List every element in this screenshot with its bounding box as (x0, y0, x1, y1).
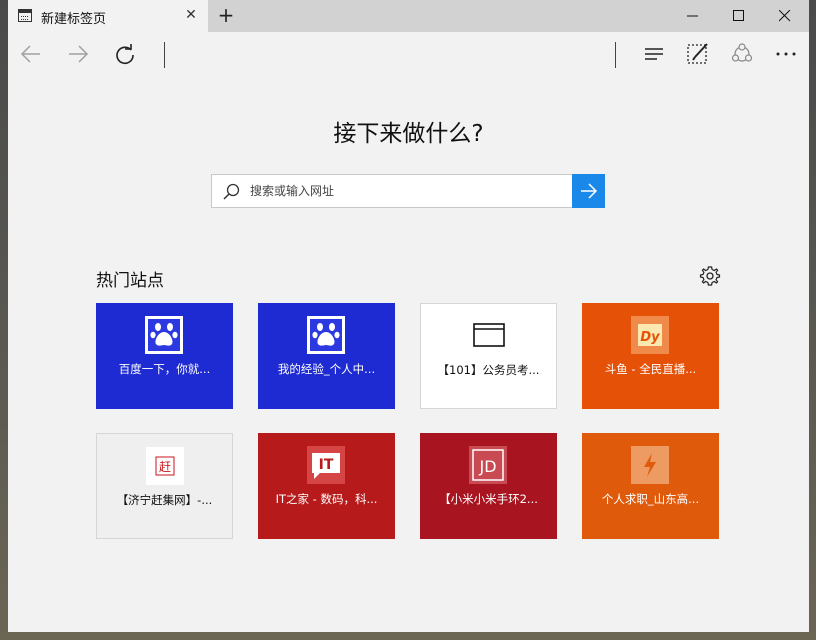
navigation-toolbar (8, 32, 809, 76)
top-site-label: 【小米小米手环2... (439, 492, 538, 506)
forward-button[interactable] (65, 41, 91, 67)
ganji-logo-icon: 赶 (146, 447, 184, 485)
back-arrow-icon (20, 45, 40, 63)
top-site-tile-baidu[interactable]: 百度一下，你就... (96, 303, 233, 409)
maximize-icon (733, 10, 744, 21)
toolbar-separator (615, 42, 616, 68)
share-button[interactable] (729, 41, 755, 67)
browser-window-icon (473, 323, 505, 347)
top-site-tile-ganji[interactable]: 赶 【济宁赶集网】-... (96, 433, 233, 539)
search-icon (223, 183, 240, 200)
lightning-icon (631, 446, 669, 484)
web-note-icon (687, 43, 708, 64)
top-site-label: 【济宁赶集网】-... (116, 493, 213, 507)
refresh-icon (116, 44, 134, 65)
close-window-button[interactable] (762, 0, 808, 32)
title-bar: 新建标签页 ✕ + (8, 0, 809, 32)
browser-window: 新建标签页 ✕ + 接下来做什么? 搜索或输入网址 热门站点 百度一下，你就..… (8, 0, 809, 632)
close-icon (779, 10, 791, 22)
search-box[interactable] (211, 174, 605, 208)
top-site-tile-jd[interactable]: JD 【小米小米手环2... (420, 433, 557, 539)
tab-title: 新建标签页 (41, 12, 107, 27)
tab-favicon-icon (18, 9, 32, 22)
new-tab-button[interactable]: + (216, 5, 236, 25)
gear-icon[interactable] (699, 265, 721, 287)
svg-text:IT: IT (319, 457, 334, 473)
search-input[interactable] (250, 175, 570, 207)
more-icon (776, 52, 796, 56)
svg-text:JD: JD (478, 457, 496, 476)
search-go-button[interactable] (572, 174, 605, 208)
top-site-tile-101[interactable]: 【101】公务员考... (420, 303, 557, 409)
arrow-right-icon (581, 183, 598, 199)
address-separator (164, 42, 165, 68)
ithome-logo-icon: IT (307, 446, 345, 484)
top-site-tile-baidu-jingyan[interactable]: 我的经验_个人中... (258, 303, 395, 409)
top-site-label: 斗鱼 - 全民直播... (604, 362, 697, 376)
jd-logo-icon: JD (469, 446, 507, 484)
maximize-button[interactable] (716, 0, 762, 32)
new-tab-page: 接下来做什么? 热门站点 (8, 76, 809, 632)
top-site-label: 个人求职_山东高... (601, 492, 700, 506)
share-icon (731, 43, 753, 62)
back-button[interactable] (18, 41, 44, 67)
top-sites-title: 热门站点 (96, 271, 164, 291)
baidu-paw-icon (307, 316, 345, 354)
minimize-icon (687, 15, 698, 17)
top-site-tile-job[interactable]: 个人求职_山东高... (582, 433, 719, 539)
hub-button[interactable] (641, 41, 667, 67)
minimize-button[interactable] (670, 0, 716, 32)
baidu-paw-icon (145, 316, 183, 354)
svg-text:赶: 赶 (159, 460, 171, 474)
svg-text:Dy: Dy (640, 330, 660, 345)
top-site-tile-ithome[interactable]: IT IT之家 - 数码，科... (258, 433, 395, 539)
forward-arrow-icon (69, 45, 89, 63)
douyu-logo-icon: Dy (631, 316, 669, 354)
top-site-label: 【101】公务员考... (437, 363, 540, 377)
page-headline: 接下来做什么? (333, 121, 484, 147)
refresh-button[interactable] (112, 41, 138, 67)
hub-icon (645, 48, 663, 60)
top-site-label: 百度一下，你就... (118, 362, 211, 376)
top-site-label: IT之家 - 数码，科... (275, 492, 378, 506)
tab-close-icon[interactable]: ✕ (184, 8, 198, 22)
top-site-tile-douyu[interactable]: Dy 斗鱼 - 全民直播... (582, 303, 719, 409)
top-site-label: 我的经验_个人中... (277, 362, 376, 376)
tab-new-tab[interactable]: 新建标签页 ✕ (8, 0, 208, 32)
web-note-button[interactable] (685, 41, 711, 67)
more-button[interactable] (773, 41, 799, 67)
